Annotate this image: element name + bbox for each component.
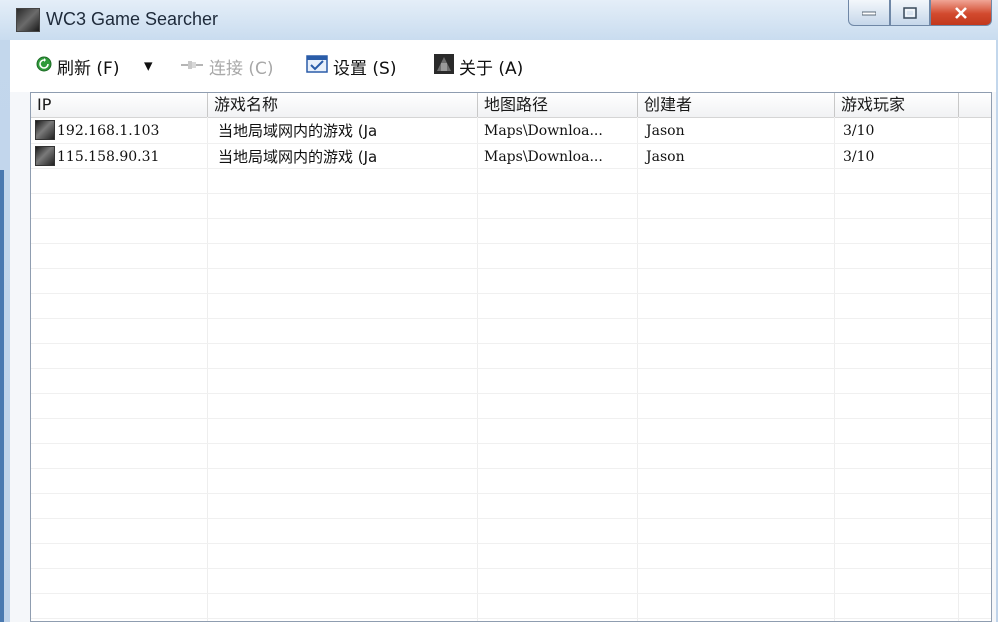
cell-map-path: Maps\Downloa... [484,123,603,139]
cell-ip: 115.158.90.31 [31,145,208,169]
column-header-map-path[interactable]: 地图路径 [478,93,638,117]
chevron-down-icon: ▾ [144,56,153,76]
column-header-players[interactable]: 游戏玩家 [835,93,959,117]
column-header-game-name[interactable]: 游戏名称 [208,93,478,117]
ip-text: 115.158.90.31 [57,149,160,165]
grid-line [31,543,991,544]
title-bar[interactable]: WC3 Game Searcher [0,0,998,40]
minimize-icon [862,11,876,15]
grid-line [31,268,991,269]
grid-line [31,518,991,519]
list-header: IP 游戏名称 地图路径 创建者 游戏玩家 [31,93,991,118]
cell-players: 3/10 [843,149,875,165]
window-title: WC3 Game Searcher [46,9,219,29]
grid-line [31,418,991,419]
grid-line [31,568,991,569]
cell-game-name: 当地局域网内的游戏 (Ja [218,148,378,166]
grid-line [31,343,991,344]
settings-icon [306,54,328,78]
grid-line [31,218,991,219]
app-window: WC3 Game Searcher 刷新 (F) ▾ 连接 (C) 设置 (S)… [0,0,998,622]
grid-line [31,393,991,394]
settings-label: 设置 (S) [333,58,397,79]
grid-line [31,293,991,294]
warcraft-icon [35,120,55,140]
grid-line [31,193,991,194]
cell-map-path: Maps\Downloa... [484,149,603,165]
refresh-button[interactable]: 刷新 (F) [36,52,119,80]
cell-game-name: 当地局域网内的游戏 (Ja [218,122,378,140]
settings-button[interactable]: 设置 (S) [306,52,396,80]
about-label: 关于 (A) [459,58,524,79]
minimize-button[interactable] [848,0,890,26]
grid-line [31,593,991,594]
refresh-label: 刷新 (F) [57,58,120,79]
about-icon [434,53,454,79]
grid-line [31,368,991,369]
game-list[interactable]: IP 游戏名称 地图路径 创建者 游戏玩家 192.168.1.103 当地局域… [30,92,992,622]
ip-text: 192.168.1.103 [57,123,160,139]
connect-icon [180,56,204,76]
close-button[interactable] [930,0,992,26]
connect-button[interactable]: 连接 (C) [180,52,274,80]
refresh-icon [36,56,52,77]
grid-line [31,143,991,144]
connect-label: 连接 (C) [209,58,274,79]
table-row[interactable]: 115.158.90.31 当地局域网内的游戏 (Ja Maps\Downloa… [31,145,991,169]
maximize-button[interactable] [890,0,930,26]
app-icon [16,8,40,32]
close-icon [955,6,967,19]
grid-line [31,243,991,244]
grid-line [31,443,991,444]
about-button[interactable]: 关于 (A) [434,52,523,80]
grid-line [31,618,991,619]
maximize-icon [903,6,917,19]
toolbar: 刷新 (F) ▾ 连接 (C) 设置 (S) 关于 (A) [10,40,996,92]
client-area: 刷新 (F) ▾ 连接 (C) 设置 (S) 关于 (A) IP 游戏名称 地图… [10,40,996,622]
cell-players: 3/10 [843,123,875,139]
cell-creator: Jason [646,149,685,165]
column-header-creator[interactable]: 创建者 [638,93,835,117]
grid-line [31,493,991,494]
column-header-ip[interactable]: IP [31,93,208,117]
cell-creator: Jason [646,123,685,139]
grid-line [31,318,991,319]
table-row[interactable]: 192.168.1.103 当地局域网内的游戏 (Ja Maps\Downloa… [31,119,991,143]
cell-ip: 192.168.1.103 [31,119,208,143]
warcraft-icon [35,146,55,166]
refresh-dropdown-button[interactable]: ▾ [144,52,153,80]
window-frame-edge [0,170,4,622]
grid-line [31,468,991,469]
